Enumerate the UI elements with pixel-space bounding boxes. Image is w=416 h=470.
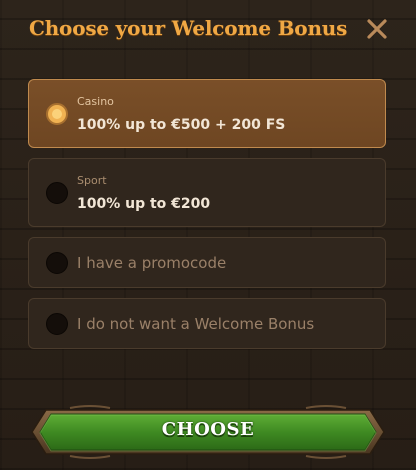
option-value: 100% up to €500 + 200 FS <box>77 117 286 133</box>
bonus-option-promocode[interactable]: I have a promocode <box>28 237 386 288</box>
radio-icon[interactable] <box>46 252 68 274</box>
dialog-title: Choose your Welcome Bonus <box>29 16 348 40</box>
bonus-option-casino[interactable]: Casino 100% up to €500 + 200 FS <box>28 79 386 148</box>
bonus-option-sport[interactable]: Sport 100% up to €200 <box>28 158 386 227</box>
radio-icon[interactable] <box>46 313 68 335</box>
radio-icon[interactable] <box>46 182 68 204</box>
choose-button-label: CHOOSE <box>161 419 255 440</box>
choose-button[interactable]: CHOOSE <box>30 404 386 460</box>
option-category: Sport <box>77 174 107 187</box>
option-value: 100% up to €200 <box>77 196 211 212</box>
radio-selected-icon[interactable] <box>46 103 68 125</box>
option-label: I do not want a Welcome Bonus <box>77 315 315 333</box>
option-category: Casino <box>77 95 114 108</box>
close-icon[interactable] <box>364 16 390 42</box>
bonus-option-no-bonus[interactable]: I do not want a Welcome Bonus <box>28 298 386 349</box>
option-label: I have a promocode <box>77 254 227 272</box>
